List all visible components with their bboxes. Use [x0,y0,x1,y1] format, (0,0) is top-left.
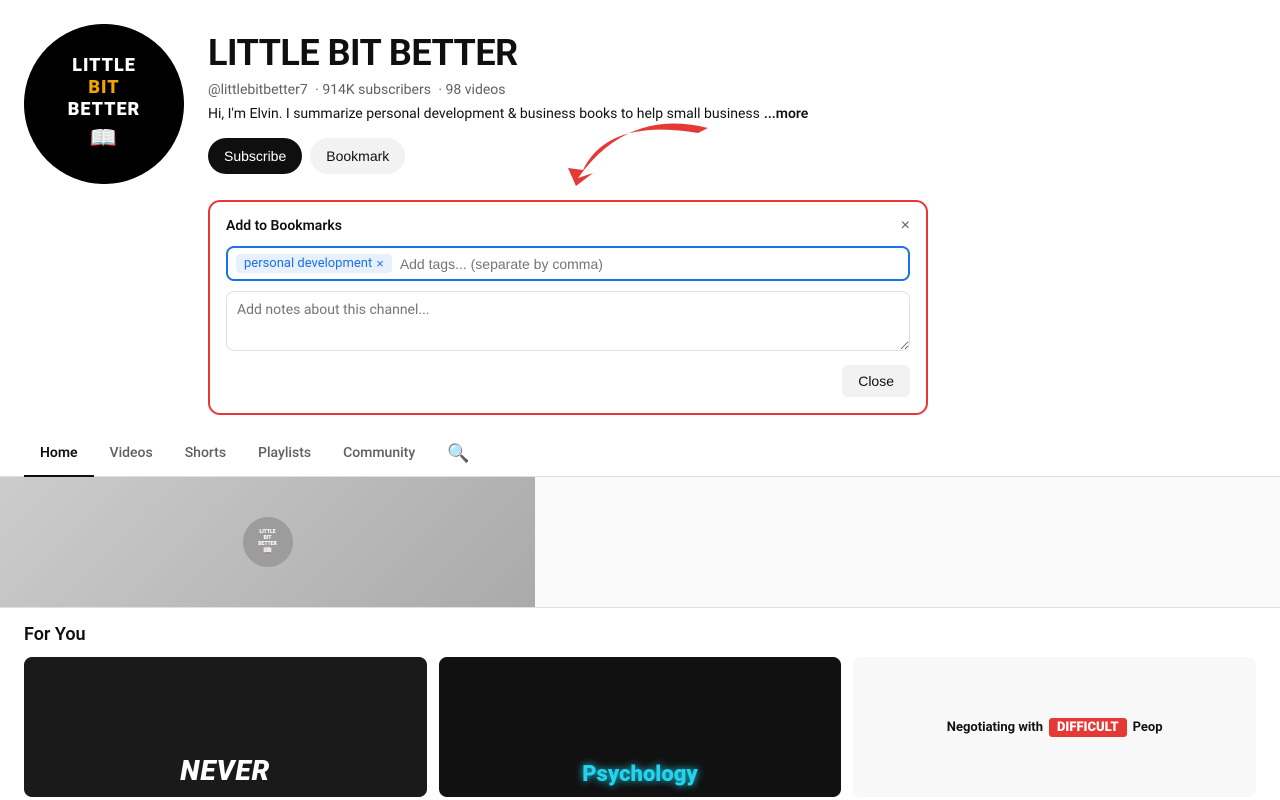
book-icon: 📖 [90,126,118,152]
psych-text: Psychology [582,762,698,787]
channel-title: LITTLE BIT BETTER [208,32,1256,74]
peop-text: Peop [1133,720,1163,735]
notes-textarea[interactable] [226,291,910,351]
bookmark-button[interactable]: Bookmark [310,138,405,174]
channel-avatar: LITTLE BIT BETTER 📖 [24,24,184,184]
popup-title: Add to Bookmarks [226,218,342,234]
channel-info: LITTLE BIT BETTER @littlebitbetter7 · 91… [208,24,1256,174]
channel-header: LITTLE BIT BETTER 📖 LITTLE BIT BETTER @l… [0,0,1280,184]
avatar-line3: BETTER [68,99,141,121]
tab-shorts[interactable]: Shorts [169,431,242,477]
channel-actions: Subscribe Bookmark [208,138,1256,174]
video-thumb-3: Negotiating with DIFFICULT Peop [853,657,1256,797]
featured-thumbnail[interactable]: LITTLEBITBETTER 📖 [0,477,535,607]
popup-header: Add to Bookmarks × [226,218,910,234]
video-thumb-2: Psychology [439,657,842,797]
tag-label: personal development [244,256,372,271]
video-card-1[interactable]: NEVER [24,657,427,797]
tab-community[interactable]: Community [327,431,431,477]
tab-playlists[interactable]: Playlists [242,431,327,477]
difficult-badge: DIFFICULT [1049,718,1127,737]
nav-search-icon[interactable]: 🔍 [439,435,477,472]
desc-text: Hi, I'm Elvin. I summarize personal deve… [208,106,760,122]
subscriber-count: 914K subscribers [322,82,431,98]
featured-video: LITTLEBITBETTER 📖 [0,477,1280,608]
tab-videos[interactable]: Videos [94,431,169,477]
tags-input[interactable] [400,256,900,272]
channel-description: Hi, I'm Elvin. I summarize personal deve… [208,106,1256,122]
video-card-2[interactable]: Psychology [439,657,842,797]
channel-nav: Home Videos Shorts Playlists Community 🔍 [0,431,1280,477]
video-count: 98 videos [446,82,506,98]
avatar-line1: LITTLE [72,55,136,77]
channel-handle: @littlebitbetter7 [208,82,308,98]
for-you-section: For You NEVER Psychology Negotiating wit… [0,608,1280,797]
tag-chip: personal development × [236,254,392,273]
arrow-annotation [548,118,728,208]
subscribe-button[interactable]: Subscribe [208,138,302,174]
more-link[interactable]: ...more [764,106,808,122]
tab-home[interactable]: Home [24,431,94,477]
video-grid: NEVER Psychology Negotiating with DIFFIC… [24,657,1256,797]
tags-row: personal development × [226,246,910,281]
watermark: LITTLEBITBETTER 📖 [243,517,293,567]
never-text: NEVER [180,754,270,787]
close-popup-button[interactable]: Close [842,365,910,397]
negotiating-text: Negotiating with [947,720,1043,735]
for-you-title: For You [24,624,1256,645]
avatar-line2: BIT [88,77,119,99]
channel-meta: @littlebitbetter7 · 914K subscribers · 9… [208,82,1256,98]
popup-footer: Close [226,365,910,397]
video-thumb-1: NEVER [24,657,427,797]
video-card-3[interactable]: Negotiating with DIFFICULT Peop [853,657,1256,797]
negotiate-row: Negotiating with DIFFICULT Peop [947,718,1163,737]
popup-close-button[interactable]: × [901,218,910,234]
tag-remove-button[interactable]: × [376,257,384,270]
bookmark-popup: Add to Bookmarks × personal development … [208,200,928,415]
